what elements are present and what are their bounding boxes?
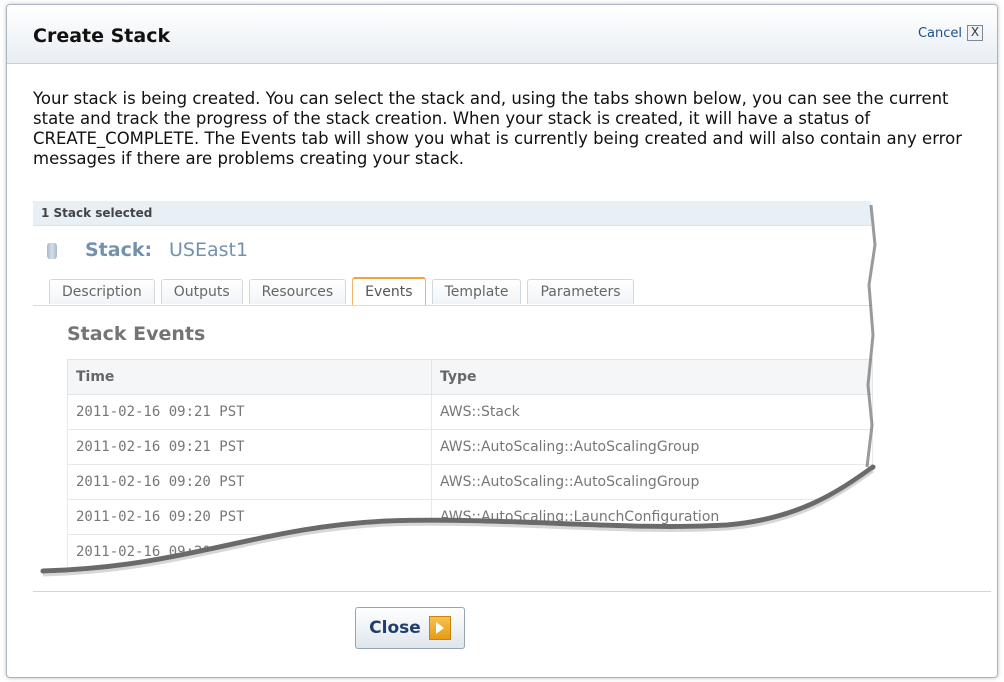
event-time: 2011-02-16 09:20 PST [67, 464, 432, 500]
create-stack-dialog: Create Stack Cancel X Your stack is bein… [6, 4, 998, 678]
selection-bar: 1 Stack selected [33, 201, 871, 226]
column-header-type[interactable]: Type [431, 359, 873, 395]
stack-icon [47, 243, 57, 259]
close-icon[interactable]: X [967, 25, 983, 41]
event-type [431, 534, 873, 570]
tab-template[interactable]: Template [431, 279, 522, 304]
tab-parameters[interactable]: Parameters [527, 279, 634, 304]
tab-resources[interactable]: Resources [248, 279, 347, 304]
stack-name: USEast1 [169, 239, 249, 261]
stack-label: Stack: [85, 239, 153, 261]
stack-events-table: Time Type 2011-02-16 09:21 PST AWS::Stac… [67, 359, 873, 570]
stack-tabs: Description Outputs Resources Events Tem… [49, 277, 634, 306]
close-button-label: Close [369, 618, 421, 638]
table-row[interactable]: 2011-02-16 09:21 PST AWS::Stack [67, 394, 873, 430]
section-title: Stack Events [67, 323, 206, 345]
cancel-link[interactable]: Cancel [918, 26, 962, 41]
dialog-title: Create Stack [33, 25, 171, 47]
tab-baseline [33, 305, 871, 306]
table-row[interactable]: 2011-02-16 09:20 PST AWS::AutoScaling::A… [67, 464, 873, 500]
column-header-time[interactable]: Time [67, 359, 432, 395]
event-time: 2011-02-16 09:21 PST [67, 429, 432, 465]
cancel-control: Cancel X [918, 25, 983, 41]
tab-outputs[interactable]: Outputs [160, 279, 243, 304]
event-type: AWS::AutoScaling::AutoScalingGroup [431, 429, 873, 465]
event-type: AWS::AutoScaling::AutoScalingGroup [431, 464, 873, 500]
tab-description[interactable]: Description [49, 279, 155, 304]
table-row[interactable]: 2011-02-16 09:20 PST [67, 534, 873, 570]
event-time: 2011-02-16 09:20 PST [67, 499, 432, 535]
table-row[interactable]: 2011-02-16 09:21 PST AWS::AutoScaling::A… [67, 429, 873, 465]
close-button[interactable]: Close [355, 607, 465, 649]
tab-events[interactable]: Events [352, 277, 426, 306]
table-header-row: Time Type [67, 359, 873, 395]
dialog-header: Create Stack Cancel X [7, 5, 997, 64]
stack-panel-preview: 1 Stack selected Stack: USEast1 Descript… [33, 201, 873, 571]
footer-divider [33, 591, 991, 592]
event-time: 2011-02-16 09:21 PST [67, 394, 432, 430]
event-type: AWS::Stack [431, 394, 873, 430]
event-time: 2011-02-16 09:20 PST [67, 534, 432, 570]
table-row[interactable]: 2011-02-16 09:20 PST AWS::AutoScaling::L… [67, 499, 873, 535]
creation-message: Your stack is being created. You can sel… [33, 89, 962, 168]
arrow-right-icon [428, 616, 451, 640]
event-type: AWS::AutoScaling::LaunchConfiguration [431, 499, 873, 535]
selection-count: 1 Stack selected [41, 206, 153, 220]
